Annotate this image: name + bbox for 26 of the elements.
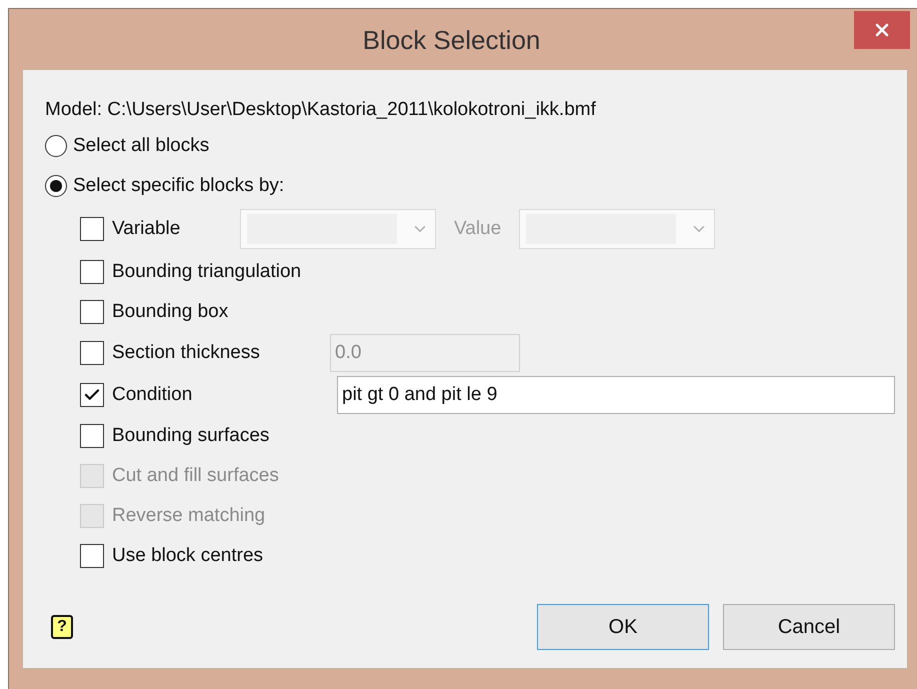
checkbox-option[interactable]: Use block centres <box>80 542 264 570</box>
dialog-button[interactable]: OK <box>537 604 709 650</box>
checkbox[interactable] <box>80 341 104 365</box>
checkbox[interactable] <box>80 260 104 284</box>
checkbox[interactable] <box>80 424 104 448</box>
checkbox[interactable] <box>80 217 104 241</box>
model-label: Model: C:\Users\User\Desktop\Kastoria_2011\kolokotroni_ikk.bmf <box>45 98 597 122</box>
radio-button[interactable] <box>45 175 67 197</box>
radio-option[interactable]: Select all blocks <box>45 126 895 166</box>
radio-button[interactable] <box>45 135 67 157</box>
dialog-button[interactable]: Cancel <box>723 604 895 650</box>
checkbox[interactable] <box>80 544 104 568</box>
help-button[interactable]: ? <box>51 615 73 639</box>
text-field[interactable]: pit gt 0 and pit le 9 <box>337 376 895 414</box>
checkbox-option[interactable]: Condition <box>80 380 337 410</box>
window-title: Block Selection <box>362 24 540 57</box>
checkbox[interactable] <box>80 300 104 324</box>
close-button[interactable] <box>854 11 910 49</box>
checkbox-option[interactable]: Bounding box <box>80 298 228 326</box>
checkbox-option[interactable]: Section thickness <box>80 338 330 368</box>
checkbox[interactable] <box>80 383 104 407</box>
checkbox-option[interactable]: Variable <box>80 214 240 244</box>
checkbox-option[interactable]: Bounding surfaces <box>80 422 270 450</box>
checkbox-option[interactable]: Bounding triangulation <box>80 258 302 286</box>
radio-option[interactable]: Select specific blocks by: <box>45 166 895 206</box>
value-label: Value <box>454 216 502 241</box>
